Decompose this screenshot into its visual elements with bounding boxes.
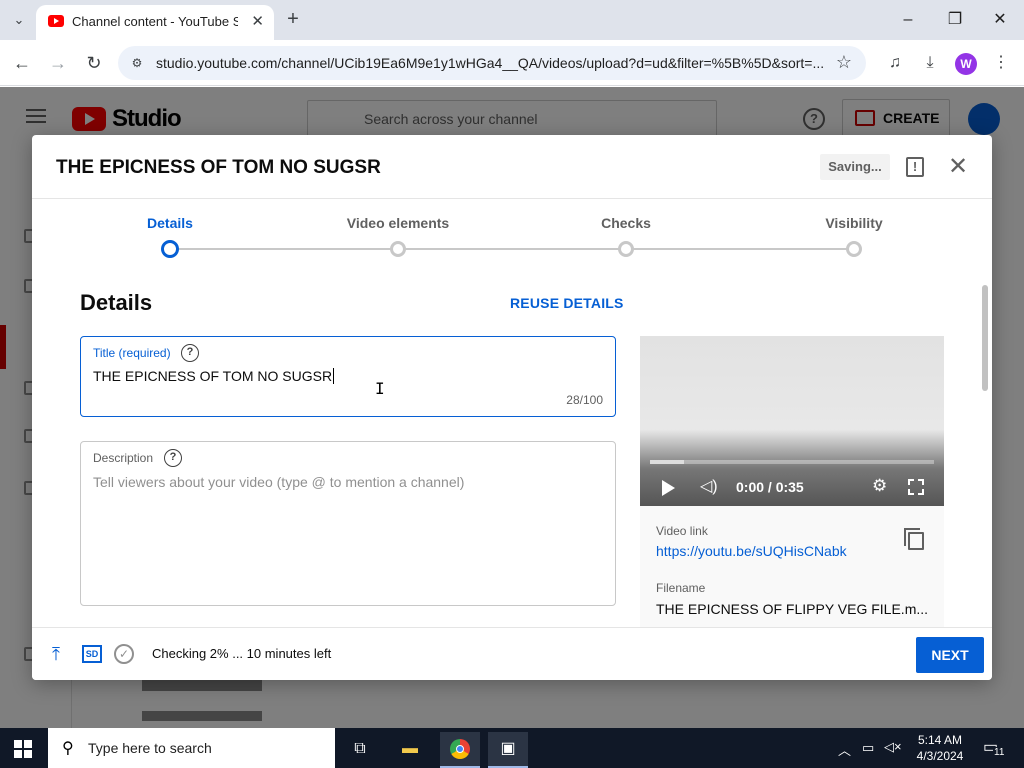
step-label: Visibility — [825, 215, 883, 231]
step-label: Checks — [601, 215, 651, 231]
step-checks[interactable]: Checks — [546, 215, 706, 231]
dialog-close-icon[interactable]: ✕ — [946, 155, 970, 179]
back-icon[interactable]: ← — [10, 51, 34, 75]
browser-toolbar: ← → ↻ ⚙ studio.youtube.com/channel/UCib1… — [0, 40, 1024, 86]
profile-avatar[interactable]: W — [955, 53, 977, 75]
screen: ⌄ Channel content - YouTube Studio ✕ + –… — [0, 0, 1024, 768]
step-details-dot[interactable] — [161, 240, 179, 258]
next-button[interactable]: NEXT — [916, 637, 984, 673]
volume-muted-icon[interactable]: ◁× — [884, 739, 902, 755]
browser-menu-icon[interactable]: ⋮ — [990, 52, 1012, 74]
checks-status-icon[interactable]: ✓ — [114, 644, 134, 664]
step-details[interactable]: Details — [90, 215, 250, 231]
windows-taskbar: ⚲ Type here to search ⧉ ▬ ▣ ︿ ▭ ◁× 5:14 … — [0, 728, 1024, 768]
feedback-icon[interactable]: ! — [906, 157, 924, 177]
video-link-label: Video link — [656, 524, 708, 538]
download-icon[interactable]: ⤓ — [919, 52, 941, 74]
copy-link-icon[interactable] — [904, 528, 924, 550]
video-preview-card: ◁) 0:00 / 0:35 ⚙ Video link https://yout… — [640, 336, 944, 627]
video-player[interactable]: ◁) 0:00 / 0:35 ⚙ — [640, 336, 944, 506]
description-help-icon[interactable]: ? — [164, 449, 182, 467]
step-visibility-dot[interactable] — [846, 241, 862, 257]
window-close-button[interactable]: ✕ — [980, 8, 1020, 32]
maximize-button[interactable]: ❐ — [935, 8, 975, 32]
description-field[interactable]: Description ? Tell viewers about your vi… — [80, 441, 616, 606]
step-video-elements[interactable]: Video elements — [318, 215, 478, 231]
text-cursor-icon: I — [375, 379, 385, 398]
file-explorer-icon[interactable]: ▬ — [390, 732, 430, 768]
video-progress-bar[interactable] — [650, 460, 934, 464]
windows-start-icon[interactable] — [14, 740, 32, 758]
taskbar-search-box[interactable]: ⚲ Type here to search — [48, 728, 335, 768]
stepper-line — [170, 248, 854, 250]
title-char-counter: 28/100 — [566, 393, 603, 407]
reuse-details-button[interactable]: REUSE DETAILS — [510, 295, 624, 311]
task-view-icon[interactable]: ⧉ — [340, 732, 380, 768]
filename-label: Filename — [656, 581, 706, 595]
new-tab-button[interactable]: + — [282, 8, 304, 30]
search-icon: ⚲ — [62, 740, 74, 757]
tray-chevron-icon[interactable]: ︿ — [838, 740, 851, 759]
details-form: Details REUSE DETAILS Title (required) ?… — [32, 275, 992, 627]
upload-icon[interactable]: ⤒ — [52, 644, 60, 665]
taskbar-time[interactable]: 5:14 AM — [908, 733, 972, 747]
browser-tab-bar: ⌄ Channel content - YouTube Studio ✕ + –… — [0, 0, 1024, 40]
dialog-footer: ⤒ SD ✓ Checking 2% ... 10 minutes left N… — [32, 627, 992, 680]
sd-quality-icon[interactable]: SD — [82, 645, 102, 663]
title-input-text: THE EPICNESS OF TOM NO SUGSR — [93, 368, 333, 384]
upload-status-text: Checking 2% ... 10 minutes left — [152, 646, 332, 661]
bookmark-star-icon[interactable]: ☆ — [836, 52, 852, 73]
browser-tab[interactable]: Channel content - YouTube Studio ✕ — [36, 5, 274, 40]
saving-status-badge: Saving... — [820, 154, 890, 180]
title-input[interactable]: THE EPICNESS OF TOM NO SUGSR — [93, 368, 593, 386]
volume-icon[interactable]: ◁) — [700, 476, 718, 496]
notification-count-badge: 11 — [993, 747, 1006, 758]
taskbar-date[interactable]: 4/3/2024 — [908, 749, 972, 763]
description-input[interactable]: Tell viewers about your video (type @ to… — [93, 474, 464, 490]
dialog-scrollbar[interactable] — [982, 285, 988, 391]
network-icon[interactable]: ▭ — [862, 740, 874, 756]
fullscreen-icon[interactable] — [908, 479, 924, 495]
play-icon[interactable] — [662, 480, 675, 496]
title-field-label: Title (required) — [93, 346, 171, 360]
site-settings-icon[interactable]: ⚙ — [128, 54, 146, 72]
step-video-elements-dot[interactable] — [390, 241, 406, 257]
step-label: Details — [147, 215, 193, 231]
address-bar[interactable]: ⚙ studio.youtube.com/channel/UCib19Ea6M9… — [118, 46, 866, 80]
title-help-icon[interactable]: ? — [181, 344, 199, 362]
divider — [32, 198, 992, 199]
title-field[interactable]: Title (required) ? THE EPICNESS OF TOM N… — [80, 336, 616, 417]
chrome-icon[interactable] — [440, 732, 480, 768]
dialog-title: THE EPICNESS OF TOM NO SUGSR — [56, 157, 381, 178]
video-progress-fill — [650, 460, 685, 464]
section-heading: Details — [80, 290, 153, 315]
step-label: Video elements — [346, 215, 450, 231]
step-checks-dot[interactable] — [618, 241, 634, 257]
reload-icon[interactable]: ↻ — [82, 51, 106, 75]
description-field-label: Description — [93, 451, 154, 465]
tab-title: Channel content - YouTube Studio — [72, 14, 238, 29]
tab-close-icon[interactable]: ✕ — [251, 12, 264, 30]
text-caret — [333, 368, 335, 384]
taskbar-search-placeholder: Type here to search — [88, 740, 212, 756]
media-control-icon[interactable]: ♫ — [884, 52, 906, 74]
step-visibility[interactable]: Visibility — [774, 215, 934, 231]
filename-value: THE EPICNESS OF FLIPPY VEG FILE.m... — [656, 601, 928, 617]
video-time: 0:00 / 0:35 — [736, 479, 804, 495]
youtube-favicon-icon — [48, 15, 64, 27]
video-editor-icon[interactable]: ▣ — [488, 732, 528, 768]
tab-search-chevron-icon[interactable]: ⌄ — [6, 8, 32, 32]
forward-icon[interactable]: → — [46, 51, 70, 75]
upload-dialog: THE EPICNESS OF TOM NO SUGSR Saving... !… — [32, 135, 992, 680]
url-text: studio.youtube.com/channel/UCib19Ea6M9e1… — [156, 55, 824, 71]
video-link[interactable]: https://youtu.be/sUQHisCNabk — [656, 543, 847, 559]
video-settings-icon[interactable]: ⚙ — [872, 476, 887, 496]
minimize-button[interactable]: – — [888, 8, 928, 32]
